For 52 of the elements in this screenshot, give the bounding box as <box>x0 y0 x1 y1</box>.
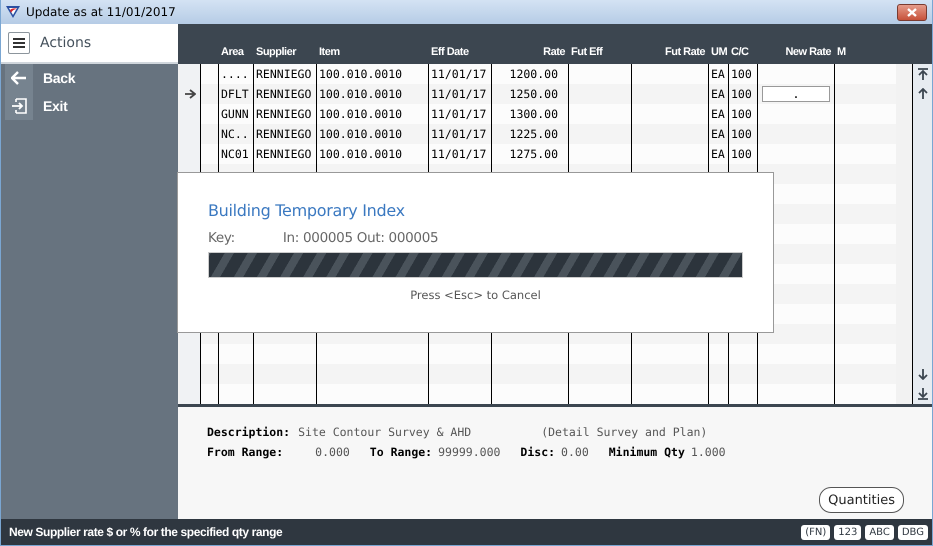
field-value: 99999.000 <box>438 445 500 459</box>
key-label: Key: <box>208 230 235 246</box>
scroll-top-icon[interactable] <box>918 68 928 80</box>
field-label: To Range: <box>370 445 432 459</box>
table-row[interactable]: GUNN RENNIEGO 100.010.0010 11/01/17 1300.00 EA 100 <box>180 104 896 124</box>
quantities-button[interactable]: Quantities <box>819 487 904 513</box>
description-value: Site Contour Survey & AHD <box>298 425 472 439</box>
sidebar-item[interactable]: Exit <box>1 92 178 120</box>
new-rate-field[interactable]: . <box>762 86 830 102</box>
back-arrow-icon <box>11 71 27 85</box>
field-value: 0.000 <box>315 445 350 459</box>
sidebar-item[interactable]: Back <box>1 64 178 92</box>
column-header: Rate <box>542 46 566 58</box>
exit-icon <box>11 98 27 114</box>
column-header: Fut Eff <box>570 46 604 58</box>
field-value: 0.00 <box>561 445 589 459</box>
dialog-title: Building Temporary Index <box>208 201 406 220</box>
window-title: Update as at 11/01/2017 <box>26 5 176 19</box>
menu-button[interactable] <box>8 32 30 54</box>
description-extra: (Detail Survey and Plan) <box>541 425 708 439</box>
scroll-up-icon[interactable] <box>918 88 928 99</box>
field-label: Minimum Qty <box>608 445 685 459</box>
mode-indicator: (FN) <box>801 524 830 540</box>
table-row[interactable]: .... RENNIEGO 100.010.0010 11/01/17 1200.00 EA 100 <box>180 64 896 84</box>
key-value: In: 000005 Out: 000005 <box>282 230 438 246</box>
description-label: Description: <box>207 425 290 439</box>
close-icon <box>907 8 917 16</box>
field-label: From Range: <box>207 445 284 459</box>
column-header: Item <box>318 46 341 58</box>
mode-indicator: 123 <box>834 524 862 540</box>
status-message: New Supplier rate $ or % for the specified qty range <box>9 525 282 539</box>
column-header: Eff Date <box>430 46 470 58</box>
close-button[interactable] <box>897 4 927 20</box>
cancel-hint: Press <Esc> to Cancel <box>409 288 542 302</box>
menu-icon <box>13 38 25 48</box>
mode-indicator: ABC <box>865 524 894 540</box>
column-header: Fut Rate <box>664 46 706 58</box>
column-header: New Rate <box>784 46 832 58</box>
field-value: 1.000 <box>690 445 726 459</box>
column-header: Area <box>220 46 245 58</box>
table-row[interactable]: NC01 RENNIEGO 100.010.0010 11/01/17 1275.00 EA 100 <box>180 144 896 164</box>
current-row-arrow-icon <box>184 89 196 99</box>
app-logo-icon <box>6 5 20 19</box>
scroll-bottom-icon[interactable] <box>918 388 928 400</box>
column-header: M <box>836 46 847 58</box>
column-header: C/C <box>730 46 750 58</box>
column-header: UM <box>710 46 728 58</box>
actions-title: Actions <box>40 35 92 51</box>
mode-indicator: DBG <box>898 524 928 540</box>
field-label: Disc: <box>520 445 556 459</box>
column-header: Supplier <box>255 46 298 58</box>
scroll-down-icon[interactable] <box>918 369 928 380</box>
